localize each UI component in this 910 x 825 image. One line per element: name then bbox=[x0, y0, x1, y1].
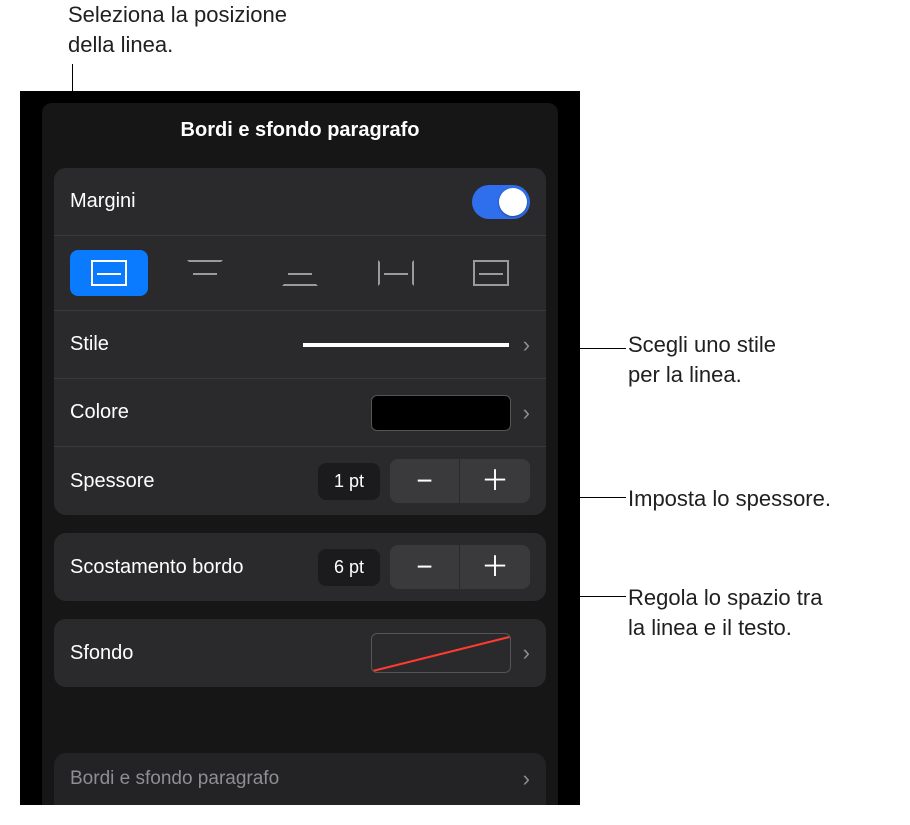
panel-title: Bordi e sfondo paragrafo bbox=[42, 103, 558, 162]
position-top-icon bbox=[187, 260, 223, 286]
position-bottom-icon bbox=[282, 260, 318, 286]
section-offset: Scostamento bordo 6 pt − ＋ bbox=[54, 533, 546, 601]
background-none-swatch-icon bbox=[371, 633, 511, 673]
thickness-value: 1 pt bbox=[318, 463, 380, 500]
position-top-button[interactable] bbox=[166, 250, 244, 296]
position-all-button[interactable] bbox=[452, 250, 530, 296]
margins-row: Margini bbox=[54, 168, 546, 236]
position-box-icon bbox=[91, 260, 127, 286]
callout-style: Scegli uno stile per la linea. bbox=[628, 330, 776, 389]
thickness-increase-button[interactable]: ＋ bbox=[460, 459, 530, 503]
offset-decrease-button[interactable]: − bbox=[390, 545, 460, 589]
thickness-stepper: − ＋ bbox=[390, 459, 530, 503]
position-sides-button[interactable] bbox=[357, 250, 435, 296]
offset-stepper: − ＋ bbox=[390, 545, 530, 589]
color-row[interactable]: Colore › bbox=[54, 379, 546, 447]
position-all-icon bbox=[473, 260, 509, 286]
offset-increase-button[interactable]: ＋ bbox=[460, 545, 530, 589]
chevron-right-icon: › bbox=[523, 332, 530, 358]
background-row[interactable]: Sfondo › bbox=[54, 619, 546, 687]
position-sides-icon bbox=[378, 260, 414, 286]
background-label: Sfondo bbox=[70, 642, 371, 665]
offset-row: Scostamento bordo 6 pt − ＋ bbox=[54, 533, 546, 601]
settings-panel: Bordi e sfondo paragrafo Margini bbox=[20, 91, 580, 805]
style-label: Stile bbox=[70, 333, 275, 356]
thickness-decrease-button[interactable]: − bbox=[390, 459, 460, 503]
margins-toggle[interactable] bbox=[472, 185, 530, 219]
thickness-row: Spessore 1 pt − ＋ bbox=[54, 447, 546, 515]
color-swatch bbox=[371, 395, 511, 431]
position-box-button[interactable] bbox=[70, 250, 148, 296]
offset-label: Scostamento bordo bbox=[70, 556, 318, 579]
chevron-right-icon: › bbox=[523, 766, 530, 792]
chevron-right-icon: › bbox=[523, 400, 530, 426]
color-label: Colore bbox=[70, 401, 371, 424]
chevron-right-icon: › bbox=[523, 640, 530, 666]
line-style-preview-icon bbox=[303, 343, 508, 347]
section-background: Sfondo › bbox=[54, 619, 546, 687]
offset-value: 6 pt bbox=[318, 549, 380, 586]
section-borders: Margini bbox=[54, 168, 546, 515]
bottom-bar-label: Bordi e sfondo paragrafo bbox=[70, 768, 279, 790]
margins-label: Margini bbox=[70, 190, 472, 213]
style-row[interactable]: Stile › bbox=[54, 311, 546, 379]
thickness-label: Spessore bbox=[70, 470, 318, 493]
bottom-bar-button[interactable]: Bordi e sfondo paragrafo › bbox=[54, 753, 546, 805]
callout-thickness: Imposta lo spessore. bbox=[628, 484, 831, 514]
callout-offset: Regola lo spazio tra la linea e il testo… bbox=[628, 583, 822, 642]
callout-position: Seleziona la posizione della linea. bbox=[68, 0, 287, 59]
border-position-picker bbox=[54, 236, 546, 311]
position-bottom-button[interactable] bbox=[261, 250, 339, 296]
